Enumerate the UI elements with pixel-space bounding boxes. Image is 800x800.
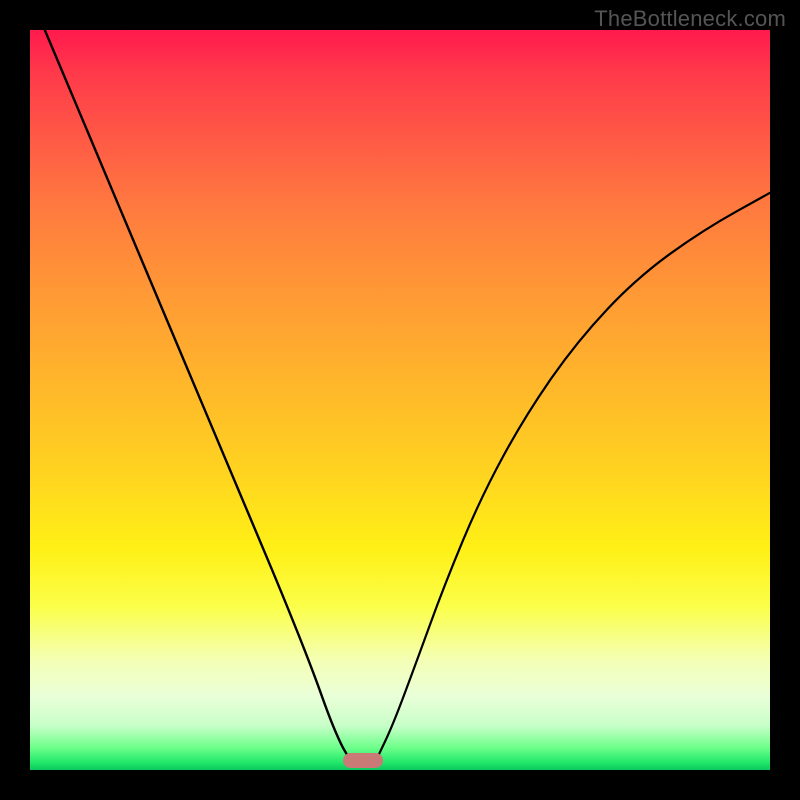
curve-left-branch: [45, 30, 348, 757]
plot-area: [30, 30, 770, 770]
curve-right-branch: [378, 193, 770, 757]
bottleneck-marker: [343, 753, 384, 768]
watermark-text: TheBottleneck.com: [594, 6, 786, 32]
bottleneck-curve: [30, 30, 770, 770]
chart-frame: TheBottleneck.com: [0, 0, 800, 800]
